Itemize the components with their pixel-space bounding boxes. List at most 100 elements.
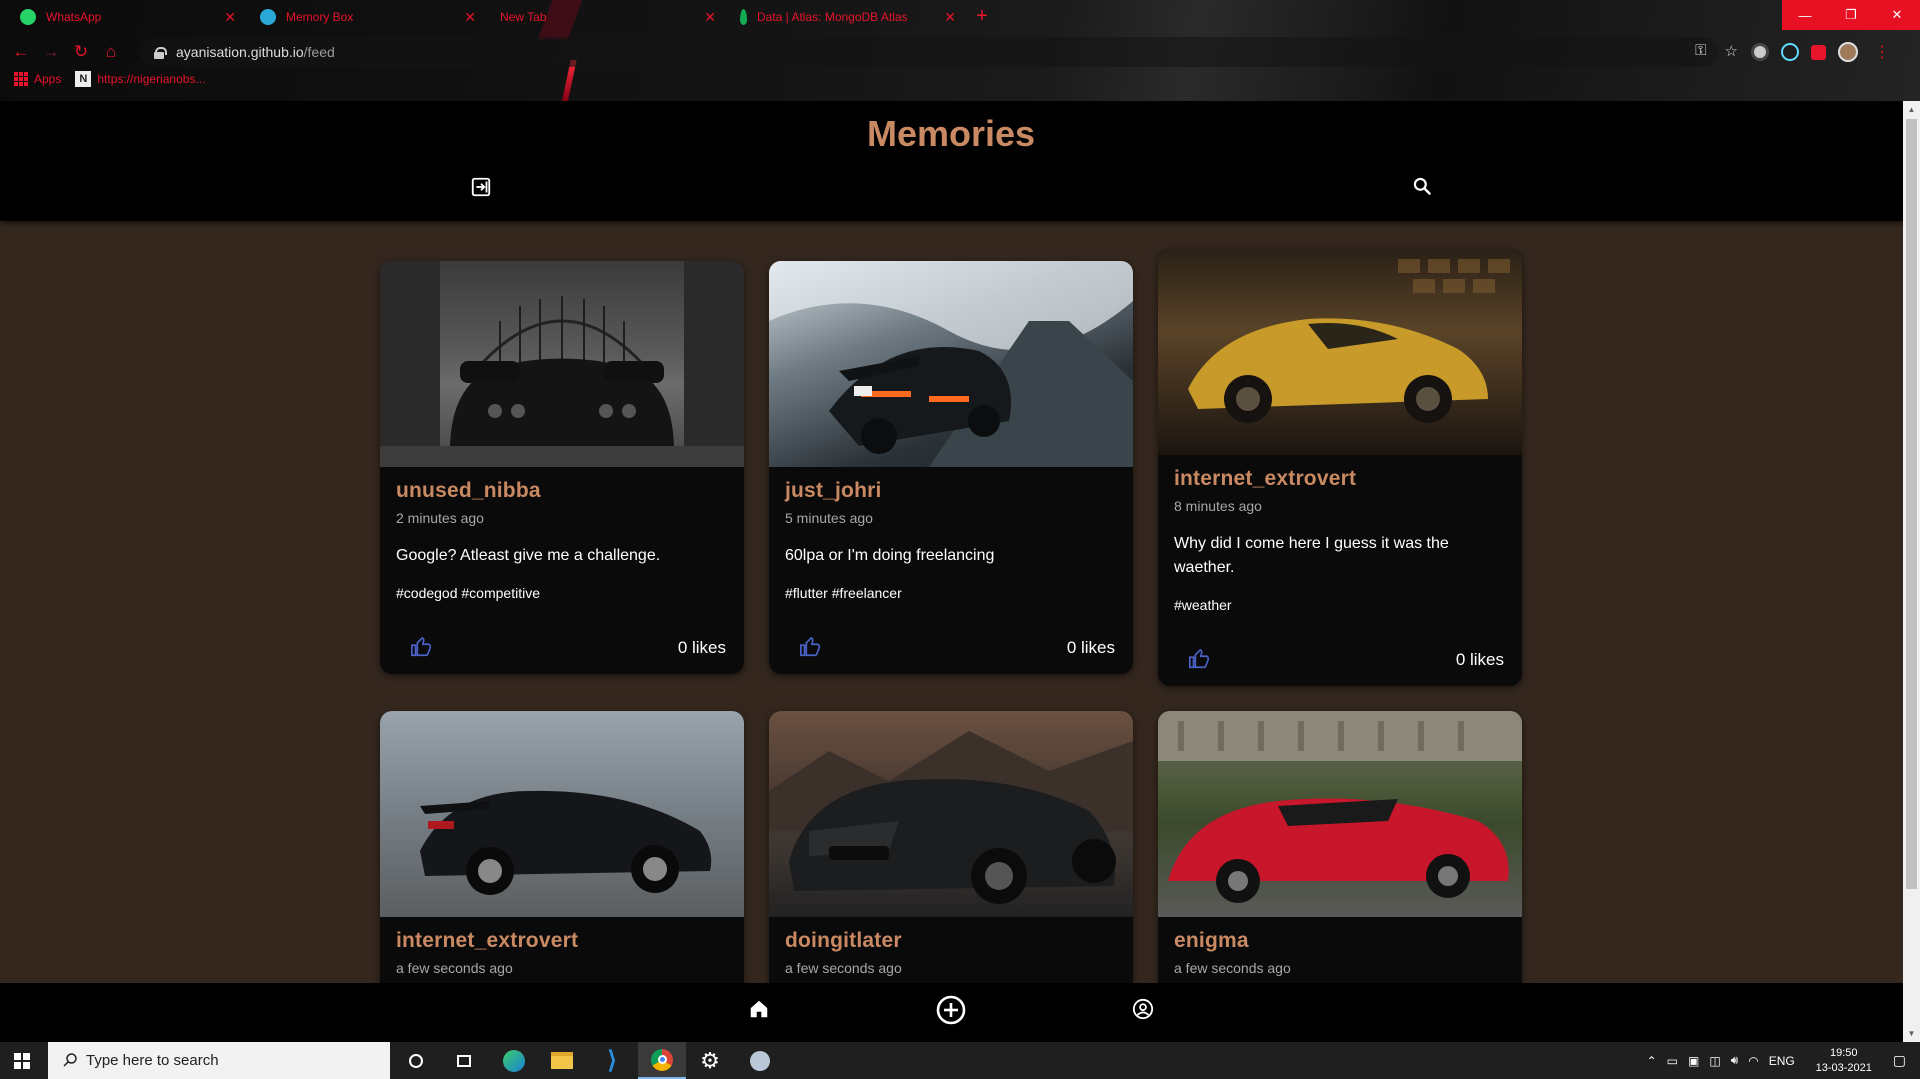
tab-title: New Tab [500, 9, 547, 24]
post-body: enigma a few seconds ago [1158, 917, 1522, 976]
cortana-icon[interactable] [392, 1042, 440, 1079]
tab-title: Memory Box [286, 9, 354, 24]
memory-box-icon [260, 8, 276, 25]
new-tab-button[interactable]: + [968, 0, 996, 33]
post-image [380, 711, 744, 917]
url-host: ayanisation.github.io [176, 44, 304, 60]
extension-icon[interactable] [1751, 43, 1769, 61]
tab-memory-box[interactable]: Memory Box ✕ [248, 0, 488, 33]
bookmark-label: Apps [34, 72, 62, 86]
post-body: doingitlater a few seconds ago [769, 917, 1133, 976]
tab-mongodb-atlas[interactable]: Data | Atlas: MongoDB Atlas ✕ [728, 0, 968, 33]
clock-date: 13-03-2021 [1815, 1061, 1872, 1074]
post-message: Why did I come here I guess it was the w… [1174, 535, 1449, 576]
close-tab-icon[interactable]: ✕ [224, 9, 236, 26]
vscode-icon[interactable]: ⟩ [588, 1042, 636, 1079]
post-time: 5 minutes ago [785, 510, 873, 526]
post-author: unused_nibba [396, 479, 541, 502]
battery-icon[interactable]: ▭ [1667, 1054, 1678, 1068]
file-explorer-icon[interactable] [538, 1042, 586, 1079]
browser-chrome: WhatsApp ✕ Memory Box ✕ New Tab ✕ Data |… [0, 0, 1920, 101]
scroll-up-icon[interactable]: ▲ [1903, 101, 1920, 118]
clock-time: 19:50 [1830, 1046, 1858, 1059]
star-icon[interactable]: ☆ [1725, 42, 1738, 60]
bottom-navigation [0, 983, 1903, 1042]
post-body: internet_extrovert 8 minutes ago Why did… [1158, 455, 1522, 613]
settings-gear-icon[interactable]: ⚙ [686, 1042, 734, 1079]
scroll-down-icon[interactable]: ▼ [1903, 1025, 1920, 1042]
page-title: Memories [866, 113, 1036, 154]
logout-icon[interactable] [470, 176, 492, 198]
thumbs-up-icon[interactable] [1188, 648, 1210, 670]
post-time: 8 minutes ago [1174, 498, 1262, 514]
post-body: unused_nibba 2 minutes ago Google? Atlea… [380, 467, 744, 601]
post-author: enigma [1174, 929, 1249, 952]
post-card[interactable]: internet_extrovert 8 minutes ago Why did… [1158, 249, 1522, 686]
menu-icon[interactable]: ⋮ [1874, 42, 1890, 62]
post-image [1158, 249, 1522, 455]
address-bar[interactable]: ayanisation.github.io/feed [140, 37, 1718, 67]
windows-start-icon[interactable] [14, 1053, 30, 1069]
apps-grid-icon [14, 72, 28, 86]
post-image [1158, 711, 1522, 917]
avatar[interactable] [1838, 42, 1858, 62]
post-time: a few seconds ago [785, 960, 902, 976]
restore-icon[interactable]: ❐ [1828, 0, 1874, 30]
back-icon[interactable]: ← [6, 42, 36, 62]
close-tab-icon[interactable]: ✕ [944, 9, 956, 26]
post-time: 2 minutes ago [396, 510, 484, 526]
post-card[interactable]: just_johri 5 minutes ago 60lpa or I'm do… [769, 261, 1133, 674]
tab-whatsapp[interactable]: WhatsApp ✕ [8, 0, 248, 33]
post-author: internet_extrovert [1174, 467, 1357, 490]
close-tab-icon[interactable]: ✕ [464, 9, 476, 26]
device-icon[interactable]: ▣ [1688, 1054, 1699, 1068]
post-author: just_johri [785, 479, 882, 502]
add-post-icon[interactable] [936, 995, 966, 1025]
notifications-icon[interactable]: ▢ [1893, 1052, 1906, 1069]
bookmark-label: https://nigerianobs... [97, 72, 206, 86]
app-header: Memories [0, 101, 1920, 221]
tab-new-tab[interactable]: New Tab ✕ [488, 0, 728, 33]
page-viewport: Memories unused_nibba 2 minutes ago Goog… [0, 101, 1920, 1042]
search-icon[interactable] [1412, 176, 1432, 196]
taskbar-search-input[interactable]: Type here to search [48, 1042, 390, 1079]
lock-icon [154, 46, 167, 59]
home-icon[interactable] [748, 998, 770, 1020]
chrome-icon[interactable] [638, 1042, 686, 1079]
post-card[interactable]: unused_nibba 2 minutes ago Google? Atlea… [380, 261, 744, 674]
reload-icon[interactable]: ↻ [66, 42, 96, 62]
key-icon[interactable]: ⚿ [1695, 42, 1706, 60]
system-tray: ⌃ ▭ ▣ ◫ 🔊︎ ◠ ENG 19:50 13-03-2021 ▢ [1647, 1042, 1920, 1079]
volume-icon[interactable]: 🔊︎ [1731, 1053, 1739, 1068]
wifi-icon[interactable]: ◠ [1748, 1054, 1758, 1068]
home-icon[interactable]: ⌂ [96, 42, 126, 62]
close-tab-icon[interactable]: ✕ [704, 9, 716, 26]
forward-icon[interactable]: → [36, 42, 66, 62]
mongodb-leaf-icon [740, 8, 747, 25]
thumbs-up-icon[interactable] [410, 636, 432, 658]
post-image [769, 261, 1133, 467]
scrollbar-thumb[interactable] [1906, 119, 1917, 889]
network-icon[interactable]: ◫ [1709, 1054, 1720, 1068]
app-icon[interactable] [736, 1042, 784, 1079]
clock[interactable]: 19:50 13-03-2021 [1809, 1046, 1879, 1076]
task-view-icon[interactable] [440, 1042, 488, 1079]
post-tags: #flutter #freelancer [785, 585, 902, 601]
post-message: 60lpa or I'm doing freelancing [785, 547, 995, 564]
puzzle-icon[interactable] [1811, 44, 1826, 60]
close-window-icon[interactable]: ✕ [1874, 0, 1920, 30]
profile-icon[interactable] [1132, 998, 1154, 1020]
post-image [769, 711, 1133, 917]
url-path: /feed [303, 44, 335, 60]
edge-icon[interactable] [490, 1042, 538, 1079]
bookmark-apps[interactable]: Apps [14, 72, 61, 86]
chevron-up-icon[interactable]: ⌃ [1647, 1054, 1657, 1068]
thumbs-up-icon[interactable] [799, 636, 821, 658]
bookmark-link[interactable]: N https://nigerianobs... [75, 71, 205, 87]
minimize-icon[interactable]: — [1782, 0, 1828, 30]
post-author: internet_extrovert [396, 929, 579, 952]
language-indicator[interactable]: ENG [1769, 1054, 1795, 1068]
page-scrollbar[interactable]: ▲ ▼ [1903, 101, 1920, 1042]
whatsapp-icon [20, 8, 36, 25]
react-devtools-icon[interactable] [1781, 43, 1799, 61]
